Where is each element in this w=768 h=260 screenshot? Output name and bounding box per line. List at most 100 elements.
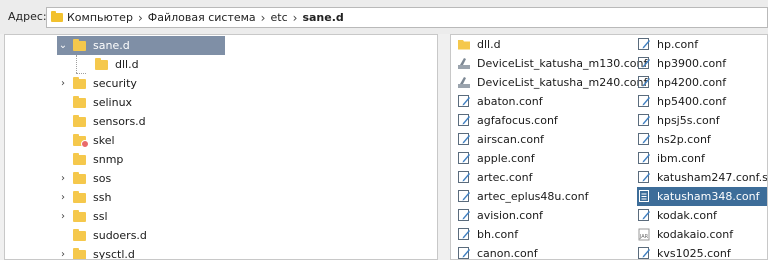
- file-item[interactable]: apple.conf: [457, 149, 535, 168]
- file-name: kvs1025.conf: [657, 247, 731, 260]
- folder-icon: [73, 152, 86, 165]
- folder-icon: [73, 228, 86, 241]
- file-item[interactable]: agfafocus.conf: [457, 111, 558, 130]
- chevron-right-icon[interactable]: ›: [57, 173, 69, 184]
- tree-item-label: sane.d: [93, 39, 130, 52]
- tree-item-snmp[interactable]: snmp: [57, 150, 123, 169]
- file-item[interactable]: bh.conf: [457, 225, 518, 244]
- file-item[interactable]: hp3900.conf: [637, 54, 726, 73]
- text-file-icon: [457, 132, 471, 148]
- file-item[interactable]: artec.conf: [457, 168, 533, 187]
- document-icon: [637, 189, 651, 205]
- chevron-down-icon[interactable]: ⌄: [57, 40, 69, 51]
- text-file-icon: [457, 170, 471, 186]
- file-name: dll.d: [477, 38, 501, 51]
- text-file-icon: [637, 94, 651, 110]
- file-item[interactable]: ibm.conf: [637, 149, 705, 168]
- file-item[interactable]: kodak.conf: [637, 206, 717, 225]
- tree-item-sane-d[interactable]: ⌄ sane.d: [57, 36, 225, 55]
- address-field[interactable]: Компьютер › Файловая система › etc › san…: [46, 7, 768, 28]
- folder-icon: [73, 209, 86, 222]
- tree-item-selinux[interactable]: selinux: [57, 93, 132, 112]
- folder-icon: [73, 171, 86, 184]
- jar-file-icon: JAR: [637, 227, 651, 243]
- file-item[interactable]: hp4200.conf: [637, 73, 726, 92]
- chevron-right-icon: ›: [260, 10, 266, 25]
- file-name: hp.conf: [657, 38, 699, 51]
- file-item[interactable]: hp.conf: [637, 35, 698, 54]
- folder-icon: [51, 11, 63, 22]
- file-item[interactable]: avision.conf: [457, 206, 543, 225]
- tree-item-label: sudoers.d: [93, 229, 147, 242]
- tree-item-ssl[interactable]: › ssl: [57, 207, 108, 226]
- tree-item-sudoers-d[interactable]: sudoers.d: [57, 226, 147, 245]
- file-name: avision.conf: [477, 209, 543, 222]
- tree-item-skel[interactable]: skel: [57, 131, 115, 150]
- chevron-right-icon[interactable]: ›: [57, 78, 69, 89]
- breadcrumb-computer[interactable]: Компьютер: [67, 11, 133, 24]
- tree-item-label: ssl: [93, 210, 108, 223]
- file-item[interactable]: dll.d: [457, 35, 501, 54]
- chevron-right-icon[interactable]: ›: [57, 192, 69, 203]
- text-file-icon: [457, 189, 471, 205]
- file-name: DeviceList_katusha_m130.conf: [477, 57, 648, 70]
- address-label: Адрес:: [8, 10, 47, 23]
- text-file-icon: [457, 208, 471, 224]
- text-file-icon: [637, 246, 651, 260]
- file-item[interactable]: canon.conf: [457, 244, 538, 260]
- tree-item-label: selinux: [93, 96, 133, 109]
- file-name: ibm.conf: [657, 152, 705, 165]
- svg-text:JAR: JAR: [639, 234, 649, 240]
- text-file-icon: [637, 56, 651, 72]
- file-name: abaton.conf: [477, 95, 543, 108]
- address-bar: Адрес: Компьютер › Файловая система › et…: [0, 0, 768, 34]
- tree-item-security[interactable]: › security: [57, 74, 137, 93]
- file-item[interactable]: airscan.conf: [457, 130, 544, 149]
- folder-icon: [73, 76, 86, 89]
- file-item[interactable]: hs2p.conf: [637, 130, 711, 149]
- file-item[interactable]: DeviceList_katusha_m240.conf: [457, 73, 647, 92]
- tree-connector: [76, 55, 78, 73]
- scanner-device-icon: [457, 56, 471, 72]
- file-name: apple.conf: [477, 152, 535, 165]
- file-name: agfafocus.conf: [477, 114, 558, 127]
- chevron-right-icon[interactable]: ›: [57, 249, 69, 259]
- folder-icon: [73, 190, 86, 203]
- folder-icon: [457, 37, 471, 53]
- tree-item-label: sysctl.d: [93, 248, 135, 260]
- file-name: hs2p.conf: [657, 133, 711, 146]
- folder-icon: [73, 38, 86, 51]
- chevron-right-icon[interactable]: ›: [57, 211, 69, 222]
- file-item[interactable]: katusham348.conf: [637, 187, 767, 206]
- file-name: canon.conf: [477, 247, 538, 260]
- file-name: bh.conf: [477, 228, 519, 241]
- file-item[interactable]: DeviceList_katusha_m130.conf: [457, 54, 647, 73]
- tree-item-label: skel: [93, 134, 115, 147]
- file-item[interactable]: katusham247.conf.save: [637, 168, 767, 187]
- folder-icon: [73, 247, 86, 259]
- tree-item-dll-d[interactable]: dll.d: [79, 55, 139, 74]
- tree-item-label: sos: [93, 172, 112, 185]
- file-name: hp4200.conf: [657, 76, 727, 89]
- text-file-icon: [457, 227, 471, 243]
- tree-item-ssh[interactable]: › ssh: [57, 188, 111, 207]
- tree-item-sos[interactable]: › sos: [57, 169, 111, 188]
- file-item[interactable]: abaton.conf: [457, 92, 543, 111]
- chevron-right-icon: ›: [292, 10, 298, 25]
- breadcrumb-filesystem[interactable]: Файловая система: [148, 11, 256, 24]
- tree-item-sensors-d[interactable]: sensors.d: [57, 112, 146, 131]
- breadcrumb-etc[interactable]: etc: [270, 11, 287, 24]
- breadcrumb-sane-d[interactable]: sane.d: [302, 11, 343, 24]
- text-file-icon: [637, 113, 651, 129]
- file-item[interactable]: JAR kodakaio.conf: [637, 225, 733, 244]
- tree-item-sysctl-d[interactable]: › sysctl.d: [57, 245, 135, 260]
- file-item[interactable]: hpsj5s.conf: [637, 111, 720, 130]
- folder-icon: [95, 57, 108, 70]
- folder-icon: [73, 114, 86, 127]
- text-file-icon: [637, 151, 651, 167]
- text-file-icon: [637, 75, 651, 91]
- file-item[interactable]: hp5400.conf: [637, 92, 726, 111]
- file-item[interactable]: artec_eplus48u.conf: [457, 187, 589, 206]
- pane-splitter[interactable]: [440, 34, 450, 260]
- file-item[interactable]: kvs1025.conf: [637, 244, 731, 260]
